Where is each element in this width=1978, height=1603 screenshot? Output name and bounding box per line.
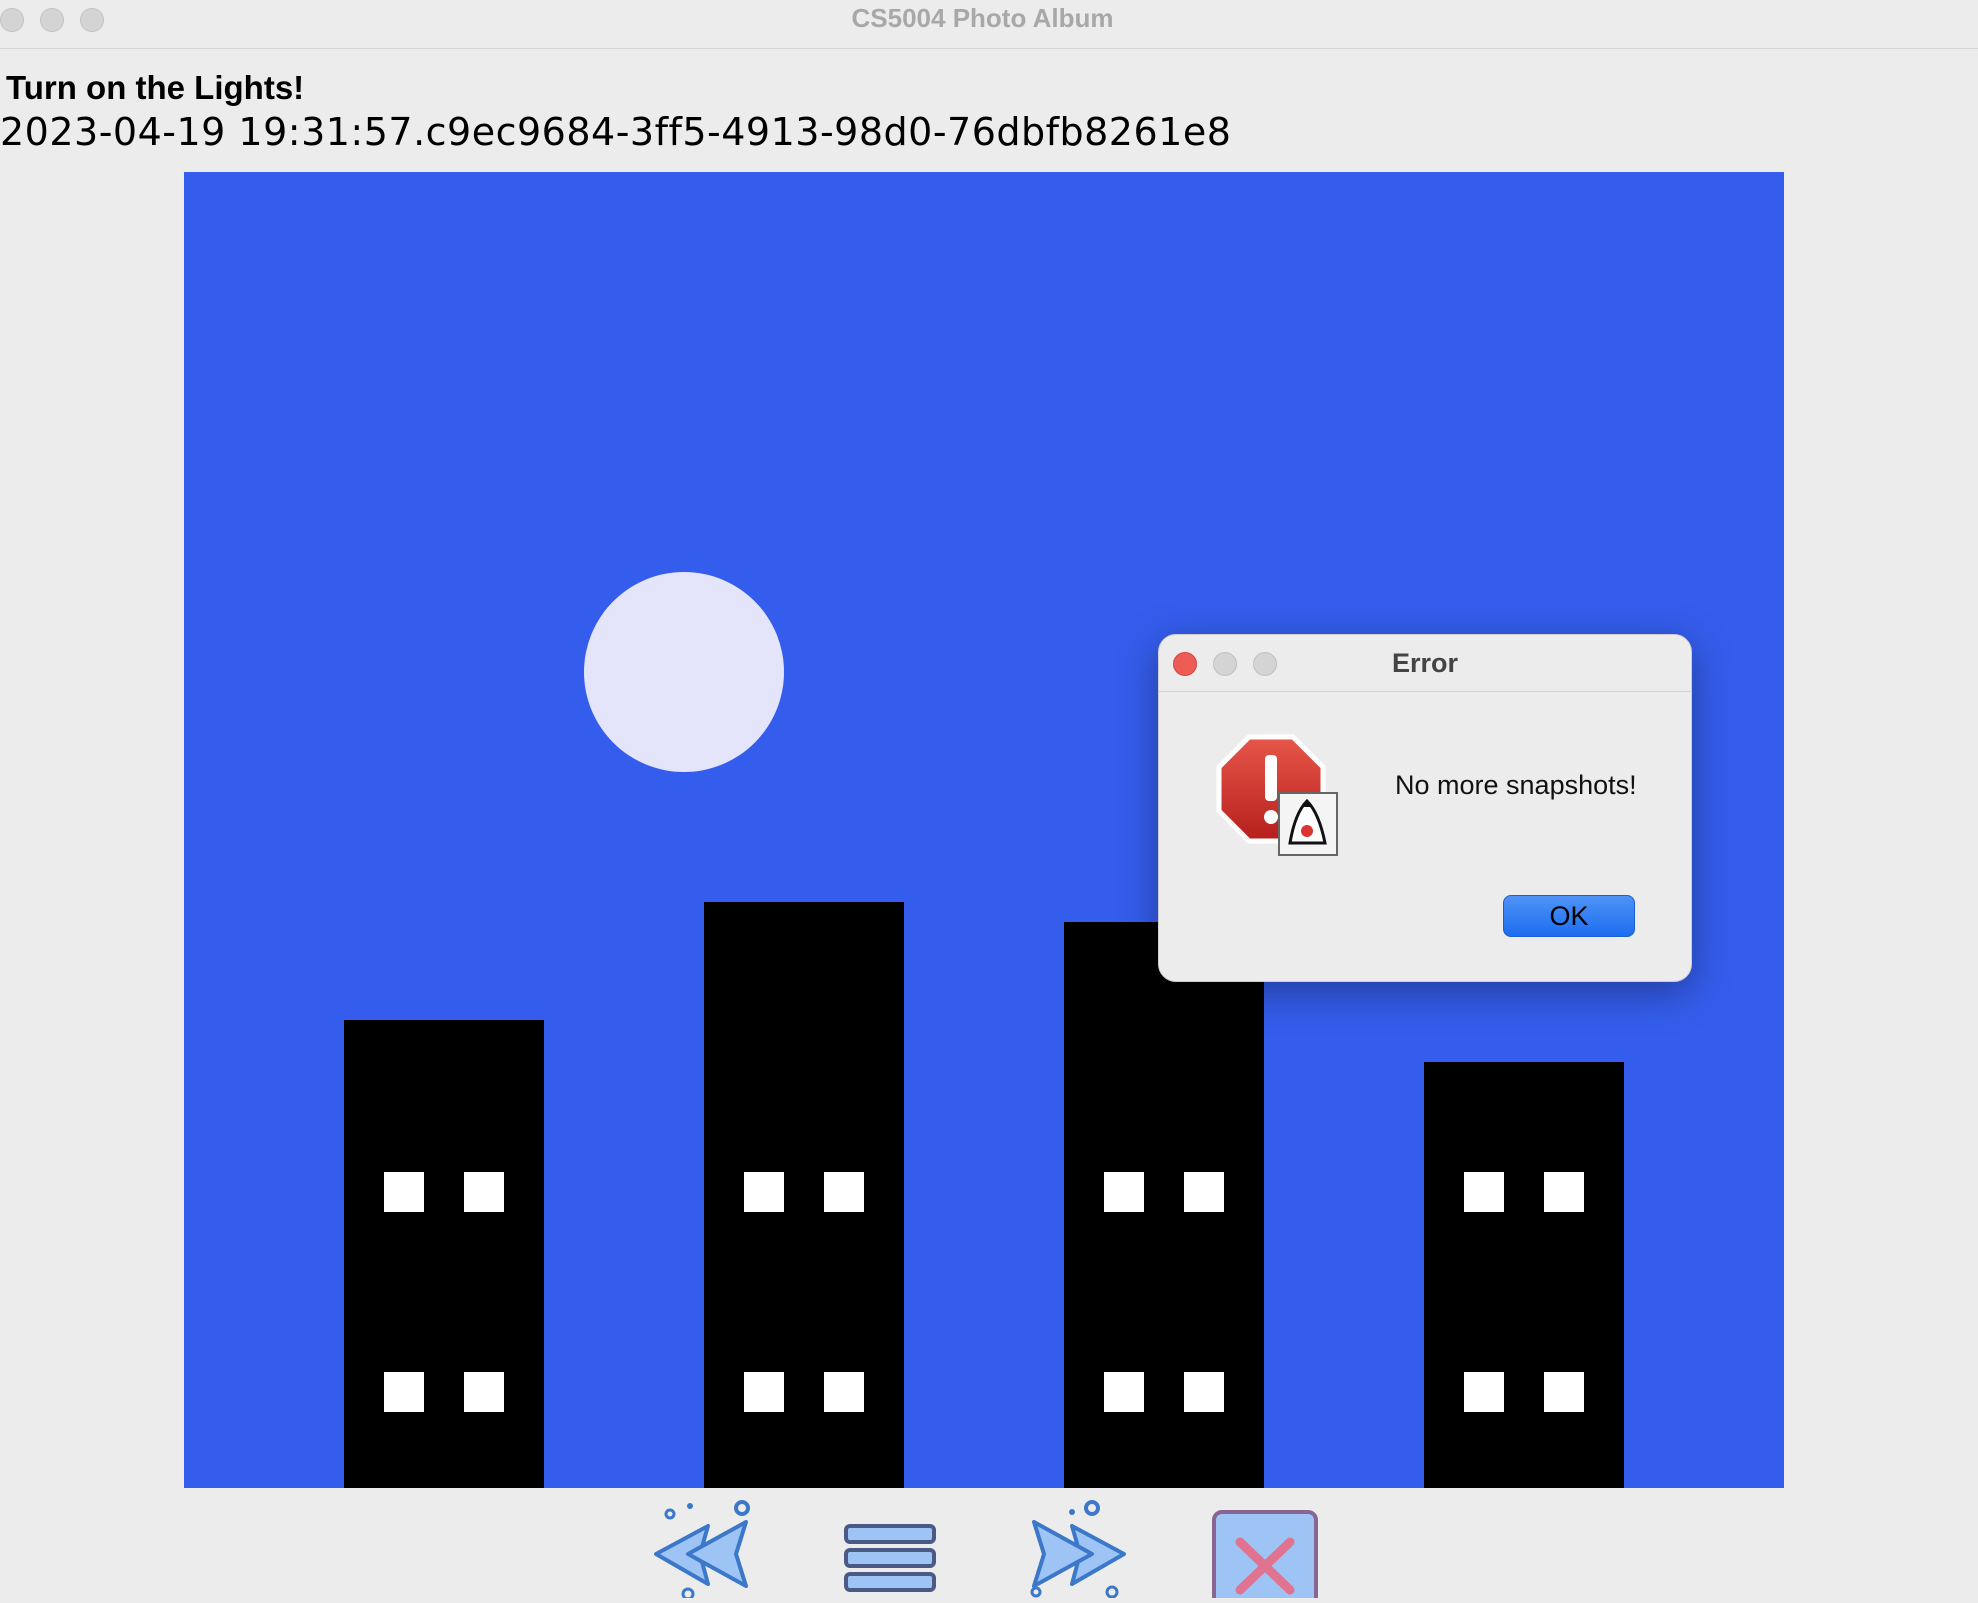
window-titlebar: CS5004 Photo Album: [0, 0, 1978, 49]
building-window: [744, 1172, 784, 1212]
quit-button[interactable]: [1210, 1498, 1320, 1603]
window-title: CS5004 Photo Album: [851, 3, 1114, 33]
snapshot-description: Turn on the Lights!: [6, 69, 305, 106]
previous-icon: [654, 1500, 750, 1601]
snapshot-id: 2023-04-19 19:31:57.c9ec9684-3ff5-4913-9…: [0, 110, 1232, 154]
building-window: [1464, 1372, 1504, 1412]
building-window: [1104, 1372, 1144, 1412]
building-window: [1544, 1372, 1584, 1412]
dialog-titlebar: Error: [1159, 635, 1691, 692]
building-4: [1424, 1062, 1624, 1488]
error-stop-icon: [1215, 733, 1345, 863]
dialog-title: Error: [1391, 648, 1459, 678]
list-icon: [844, 1524, 936, 1592]
dialog-message: No more snapshots!: [1395, 770, 1637, 800]
next-button[interactable]: [1020, 1498, 1130, 1599]
building-window: [384, 1372, 424, 1412]
building-window: [1184, 1172, 1224, 1212]
building-window: [824, 1172, 864, 1212]
building-window: [1544, 1172, 1584, 1212]
building-window: [464, 1172, 504, 1212]
next-icon: [1030, 1500, 1126, 1599]
building-3: [1064, 922, 1264, 1488]
error-dialog: Error No more snapshots! OK: [1158, 634, 1692, 982]
close-icon: [1212, 1510, 1318, 1603]
navigation-toolbar: [0, 1488, 1978, 1603]
building-window: [464, 1372, 504, 1412]
list-button[interactable]: [836, 1498, 946, 1598]
building-window: [1464, 1172, 1504, 1212]
building-window: [744, 1372, 784, 1412]
previous-button[interactable]: [650, 1498, 760, 1601]
building-window: [1184, 1372, 1224, 1412]
building-2: [704, 902, 904, 1488]
moon-circle: [584, 572, 784, 772]
building-1: [344, 1020, 544, 1488]
building-window: [1104, 1172, 1144, 1212]
ok-button[interactable]: OK: [1503, 895, 1635, 937]
building-window: [824, 1372, 864, 1412]
building-window: [384, 1172, 424, 1212]
